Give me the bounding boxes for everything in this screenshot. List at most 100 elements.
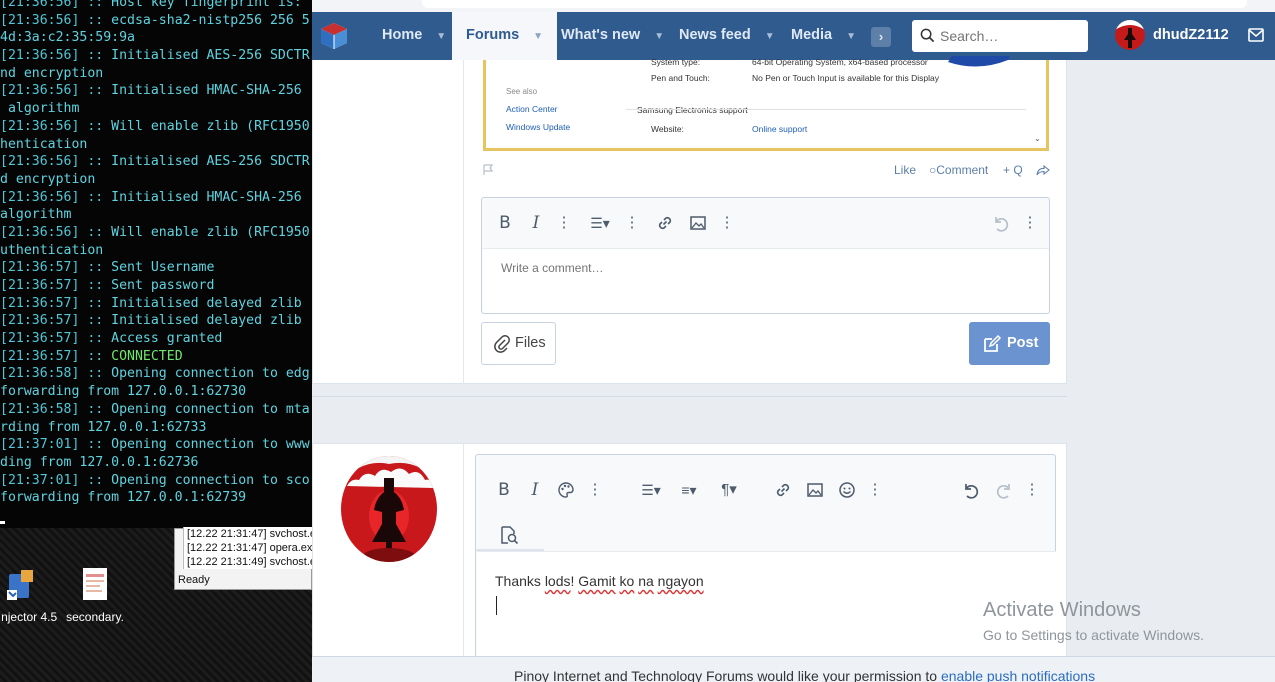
nav-home[interactable]: Home ▼ [371,12,457,60]
pen-touch-label: Pen and Touch: [651,73,710,83]
terminal-timestamp: [21:36:57] [0,295,80,311]
terminal-line: [21:36:57] :: Initialised delayed zlib [0,312,312,330]
post-comment-button[interactable]: Post [969,322,1050,365]
paragraph-icon[interactable]: ¶▾ [712,479,746,501]
desktop-icon-injector[interactable]: /L Injector 4.5 [0,568,58,625]
online-support-link[interactable]: Online support [752,124,807,134]
user-avatar[interactable] [1115,20,1145,50]
search-input[interactable] [940,25,1080,47]
smiley-icon[interactable] [838,481,856,499]
terminal-message: Will enable zlib (RFC1950 [111,118,310,134]
nav-forums[interactable]: Forums ▼ [452,12,558,60]
search-icon[interactable] [920,28,935,43]
scroll-down-icon[interactable]: ⌄ [1034,134,1041,143]
italic-icon[interactable]: I [524,479,546,501]
redo-icon[interactable] [994,481,1014,501]
undo-icon[interactable] [991,214,1011,234]
link-icon[interactable] [774,481,792,499]
terminal-message: uthentication [0,242,104,258]
terminal-message: ecdsa-sha2-nistp256 256 5 [111,12,310,28]
chevron-down-icon[interactable]: ▼ [654,13,664,60]
desktop-icon-label: secondary. [66,610,124,624]
nav-more-button[interactable]: › [871,27,891,47]
more-options-icon[interactable]: ⋮ [864,479,886,501]
notice-message: Pinoy Internet and Technology Forums wou… [514,657,1095,682]
terminal-message: CONNECTED [111,348,183,364]
terminal-timestamp: [21:36:56] [0,83,80,99]
terminal-message: Access granted [111,331,223,347]
chevron-down-icon[interactable]: ▼ [533,13,543,60]
nav-news-feed[interactable]: News feed ▼ [668,12,786,60]
notice-text: Pinoy Internet and Technology Forums wou… [514,668,941,682]
comment-input[interactable] [501,259,1001,277]
bold-icon[interactable]: B [493,479,515,501]
misspelled-word[interactable]: Gamit [578,573,615,589]
nav-whats-new[interactable]: What's new ▼ [550,12,675,60]
more-options-icon[interactable]: ⋮ [716,212,738,234]
palette-icon[interactable] [557,481,575,499]
terminal-separator: :: [79,83,112,99]
terminal-line: [21:37:01] :: Opening connection to sco [0,472,312,490]
more-options-icon[interactable]: ⋮ [553,212,575,234]
italic-icon[interactable]: I [525,212,547,234]
report-flag-icon[interactable] [483,164,493,176]
chevron-down-icon[interactable]: ▼ [436,13,446,60]
more-options-icon[interactable]: ⋮ [621,212,643,234]
windows-update-link[interactable]: Windows Update [506,122,570,132]
misspelled-word[interactable]: lods [545,573,571,589]
enable-push-link[interactable]: enable push notifications [941,668,1095,682]
forum-logo-cube-icon[interactable] [318,20,350,52]
comment-link[interactable]: ○Comment [929,163,988,177]
terminal-line: [21:36:57] :: CONNECTED [0,348,312,366]
envelope-icon[interactable] [1248,28,1264,42]
image-icon[interactable] [806,481,824,499]
preview-icon[interactable] [499,525,519,545]
terminal-line: forwarding from 127.0.0.1:62730 [0,383,312,401]
log-list[interactable]: [12.22 21:31:47] svchost.e [12.22 21:31:… [183,527,313,569]
screen: [21:36:56] :: Host key fingerprint is: [2… [0,0,1275,682]
section-divider [312,396,1067,397]
misspelled-word[interactable]: ko [620,573,635,589]
terminal-separator: :: [79,437,112,453]
quote-link[interactable]: + Q [1003,163,1023,177]
more-options-icon[interactable]: ⋮ [1019,212,1041,234]
reply-text: Thanks lods! Gamit ko na ngayon [495,573,704,589]
terminal-line: nd encryption [0,65,312,83]
terminal-separator: :: [79,224,112,240]
attach-files-button[interactable]: Files [481,322,556,365]
desktop-icon-secondary[interactable]: secondary. [58,568,132,625]
user-avatar[interactable] [341,456,437,562]
misspelled-word[interactable]: na [638,573,654,589]
terminal-message: Opening connection to www [111,437,310,453]
share-icon[interactable] [1036,163,1050,177]
terminal-separator: :: [79,401,112,417]
more-options-icon[interactable]: ⋮ [1021,479,1043,501]
align-icon[interactable]: ≡▾ [672,479,706,501]
quick-reply-panel: B I ⋮ ☰▾ ≡▾ ¶▾ ⋮ ⋮ Thanks lods! Gamit ko… [312,443,1067,682]
terminal-message: nd encryption [0,65,104,81]
link-icon[interactable] [656,214,674,232]
username-link[interactable]: dhudZ2112 [1153,12,1229,60]
undo-icon[interactable] [961,481,981,501]
chevron-down-icon[interactable]: ▼ [765,13,775,60]
action-center-link[interactable]: Action Center [506,104,558,114]
page-top-strip [312,0,1275,12]
image-icon[interactable] [689,214,707,232]
list-icon[interactable]: ☰▾ [583,212,617,234]
text-caret [496,596,497,615]
terminal-message: Initialised delayed zlib [111,295,302,311]
embedded-screenshot-image[interactable]: System type: 64-bit Operating System, x6… [483,56,1049,151]
like-link[interactable]: Like [894,163,916,177]
terminal-timestamp: [21:36:56] [0,224,80,240]
chevron-down-icon[interactable]: ▼ [846,13,856,60]
terminal-message: 4d:3a:c2:35:59:9a [0,30,135,46]
bold-icon[interactable]: B [494,212,516,234]
nav-media[interactable]: Media ▼ [780,12,867,60]
misspelled-word[interactable]: ngayon [658,573,704,589]
more-options-icon[interactable]: ⋮ [584,479,606,501]
desktop: /L Injector 4.5 secondary. [12.22 21:31:… [0,527,313,682]
terminal-line: [21:36:56] :: Will enable zlib (RFC1950 [0,118,312,136]
page-top-bar [422,0,1247,8]
list-icon[interactable]: ☰▾ [634,479,668,501]
terminal-separator: :: [79,278,112,293]
